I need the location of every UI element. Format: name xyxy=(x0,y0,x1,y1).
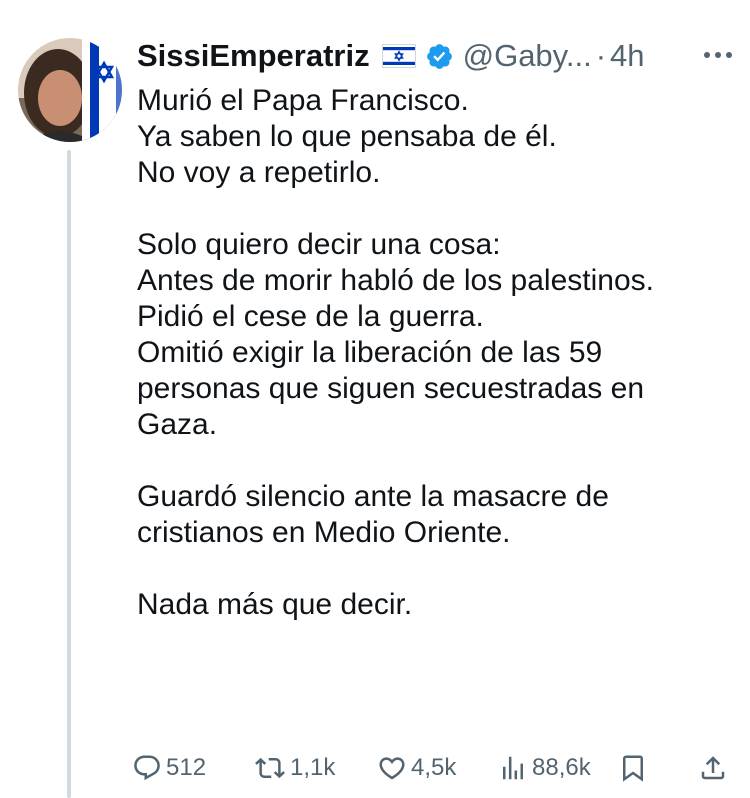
bookmark-icon xyxy=(618,753,648,783)
avatar[interactable] xyxy=(18,38,122,142)
tweet-line: No voy a repetirlo. xyxy=(137,156,381,189)
tweet-line: Guardó silencio ante la masacre de xyxy=(137,480,609,513)
tweet-line: personas que siguen secuestradas en xyxy=(137,372,645,405)
author-display-name[interactable]: SissiEmperatriz xyxy=(137,38,370,74)
more-icon[interactable] xyxy=(700,40,736,70)
author-handle[interactable]: @Gaby... xyxy=(463,38,592,74)
retweet-icon xyxy=(254,753,286,783)
tweet[interactable]: SissiEmperatriz @Gaby... · 4h Murió el P… xyxy=(0,0,750,798)
tweet-line: Pidió el cese de la guerra. xyxy=(137,300,484,333)
reply-count: 512 xyxy=(166,754,207,781)
tweet-timestamp[interactable]: 4h xyxy=(610,38,644,74)
views-icon xyxy=(498,753,528,783)
like-icon xyxy=(377,753,407,783)
israel-flag-icon xyxy=(381,44,416,68)
like-count: 4,5k xyxy=(411,754,457,781)
reply-button[interactable]: 512 xyxy=(132,748,206,788)
share-icon xyxy=(698,753,728,783)
like-button[interactable]: 4,5k xyxy=(377,748,456,788)
bookmark-button[interactable] xyxy=(618,748,648,788)
retweet-count: 1,1k xyxy=(290,754,336,781)
tweet-line: cristianos en Medio Oriente. xyxy=(137,516,511,549)
header-separator: · xyxy=(595,38,607,73)
tweet-header: SissiEmperatriz @Gaby... · 4h xyxy=(137,36,645,76)
verified-badge-icon[interactable] xyxy=(425,42,454,71)
reply-icon xyxy=(132,753,162,783)
views-button[interactable]: 88,6k xyxy=(498,748,591,788)
tweet-line: Nada más que decir. xyxy=(137,588,413,621)
tweet-line: Antes de morir habló de los palestinos. xyxy=(137,264,654,297)
action-bar: 512 1,1k 4,5k 88,6k xyxy=(132,748,732,788)
tweet-text: Murió el Papa Francisco. Ya saben lo que… xyxy=(137,83,737,623)
tweet-line: Ya saben lo que pensaba de él. xyxy=(137,120,557,153)
share-button[interactable] xyxy=(698,748,728,788)
tweet-line: Solo quiero decir una cosa: xyxy=(137,228,501,261)
views-count: 88,6k xyxy=(532,754,591,781)
tweet-line: Omitió exigir la liberación de las 59 xyxy=(137,336,603,369)
tweet-line: Murió el Papa Francisco. xyxy=(137,84,469,117)
retweet-button[interactable]: 1,1k xyxy=(254,748,335,788)
tweet-line: Gaza. xyxy=(137,408,218,441)
thread-line xyxy=(67,150,71,798)
